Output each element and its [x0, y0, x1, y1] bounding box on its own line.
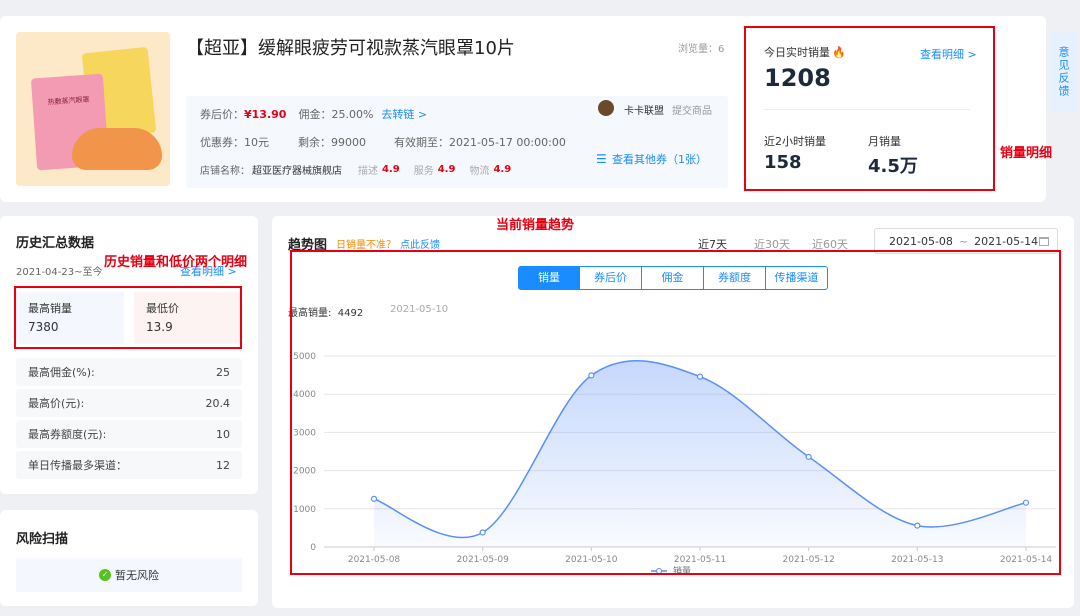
risk-card: 风险扫描 ✓ 暂无风险: [0, 510, 258, 606]
after-coupon-label: 券后价：: [200, 108, 244, 121]
history-date-range: 2021-04-23~至今: [16, 267, 103, 278]
max-sales-box: 最高销量 7380: [16, 292, 124, 344]
max-sales-label: 最高销量: [28, 302, 72, 315]
sales-point: [588, 372, 595, 379]
check-icon: ✓: [99, 569, 111, 581]
coupon-row: 优惠券：10元: [200, 134, 269, 150]
price-row: 券后价： ¥13.90 佣金：25.00% 去转链 >: [200, 106, 427, 122]
views-count: 浏览量：6: [678, 44, 725, 55]
row-value: 10: [216, 427, 230, 441]
sales-point: [479, 529, 486, 536]
validity-date: 有效期至：2021-05-17 00:00:00: [394, 136, 566, 149]
monthly-sales-value: 4.5万: [868, 156, 918, 177]
max-sales-value: 7380: [28, 320, 59, 334]
y-tick-label: 1000: [293, 505, 316, 515]
sales-divider: [764, 109, 970, 110]
commission: 佣金：25.00%: [298, 108, 374, 121]
risk-title: 风险扫描: [16, 532, 69, 547]
two-hours-sales-label: 近2小时销量: [764, 135, 826, 148]
x-tick-label: 2021-05-11: [674, 555, 726, 565]
row-label: 最高佣金(%):: [28, 366, 95, 379]
row-value: 12: [216, 458, 230, 472]
min-price-box: 最低价 13.9: [134, 292, 242, 344]
y-tick-label: 5000: [293, 352, 316, 362]
current-trend-annotation: 当前销量趋势: [496, 218, 575, 233]
x-tick-label: 2021-05-10: [565, 555, 618, 565]
history-detail-annotation: 历史销量和低价两个明细: [104, 255, 248, 270]
y-tick-label: 0: [310, 543, 316, 553]
sales-detail-link[interactable]: 查看明细 >: [920, 46, 977, 62]
history-title: 历史汇总数据: [16, 236, 95, 251]
row-label: 单日传播最多渠道：: [28, 459, 127, 472]
row-value: 20.4: [205, 396, 231, 410]
convert-link[interactable]: 去转链 >: [381, 106, 427, 122]
feedback-tab[interactable]: 意见反馈: [1050, 32, 1076, 112]
min-price-label: 最低价: [146, 302, 179, 315]
desc-score: 4.9: [382, 164, 400, 175]
desc-label: 描述: [358, 166, 378, 177]
service-score: 4.9: [437, 164, 456, 175]
x-tick-label: 2021-05-08: [348, 555, 401, 565]
legend-marker: [656, 568, 662, 574]
history-row-max-coupon: 最高券额度(元): 10: [16, 420, 242, 448]
legend-label: 销量: [673, 565, 691, 577]
after-coupon-price: ¥13.90: [244, 107, 287, 121]
today-sales-value: 1208: [764, 64, 831, 92]
history-row-max-channels: 单日传播最多渠道： 12: [16, 451, 242, 479]
service-label: 服务: [413, 166, 434, 177]
sales-point: [805, 453, 812, 460]
y-tick-label: 4000: [293, 390, 316, 400]
history-row-max-commission: 最高佣金(%): 25: [16, 358, 242, 386]
min-price-value: 13.9: [146, 320, 173, 334]
x-tick-label: 2021-05-12: [783, 555, 835, 565]
shop-label: 店铺名称：: [200, 166, 250, 177]
sales-point: [370, 495, 378, 502]
sales-trend-chart: 0 1000 2000 3000 4000 5000 2021-05-08 2021-05-0…: [293, 352, 1056, 577]
sales-point: [696, 373, 704, 380]
row-label: 最高价(元):: [28, 397, 85, 410]
sales-area: [374, 360, 1026, 547]
y-tick-label: 3000: [293, 428, 316, 438]
coupon-amount: 优惠券：10元: [200, 136, 269, 149]
shop-name[interactable]: 超亚医疗器械旗舰店: [252, 162, 342, 177]
sales-point: [1022, 499, 1030, 506]
alliance-avatar: [598, 100, 614, 116]
history-row-max-price: 最高价(元): 20.4: [16, 389, 242, 417]
remaining-count: 剩余：99000: [298, 136, 366, 149]
trend-card: 趋势图 日销量不准？ 点此反馈 近7天 近30天 近60天 2021-05-08…: [272, 216, 1074, 608]
today-sales-label: 今日实时销量 🔥: [764, 44, 846, 60]
product-card: 热敷蒸汽眼罩 【超亚】缓解眼疲劳可视款蒸汽眼罩10片 浏览量：6 券后价： ¥1…: [0, 16, 1046, 202]
coupon-list-icon: ☰: [596, 152, 607, 166]
risk-status: 暂无风险: [115, 569, 159, 582]
product-title: 【超亚】缓解眼疲劳可视款蒸汽眼罩10片: [186, 38, 515, 59]
product-image[interactable]: 热敷蒸汽眼罩: [16, 32, 170, 186]
feedback-tab-label: 意见反馈: [1057, 46, 1070, 98]
x-tick-label: 2021-05-09: [457, 555, 510, 565]
sales-point: [914, 522, 921, 529]
today-sales-label-text: 今日实时销量: [764, 46, 830, 59]
shop-row: 店铺名称： 超亚医疗器械旗舰店 描述 4.9 服务 4.9 物流 4.9: [200, 162, 511, 177]
x-tick-label: 2021-05-14: [1000, 555, 1053, 565]
risk-status-box: ✓ 暂无风险: [16, 558, 242, 592]
submit-product-link[interactable]: 提交商品: [672, 102, 712, 117]
y-tick-label: 2000: [293, 467, 316, 477]
x-tick-label: 2021-05-13: [891, 555, 943, 565]
sales-detail-annotation: 销量明细: [1000, 146, 1053, 161]
two-hours-sales-value: 158: [764, 152, 802, 173]
row-label: 最高券额度(元):: [28, 428, 107, 441]
logistics-label: 物流: [469, 166, 490, 177]
fire-icon: 🔥: [832, 46, 846, 59]
logistics-score: 4.9: [493, 164, 512, 175]
monthly-sales-label: 月销量: [868, 135, 901, 148]
other-coupons-link[interactable]: 查看其他券（1张）: [612, 151, 707, 167]
alliance-name: 卡卡联盟: [624, 106, 664, 117]
product-image-caption: 热敷蒸汽眼罩: [47, 95, 90, 107]
row-value: 25: [216, 365, 230, 379]
